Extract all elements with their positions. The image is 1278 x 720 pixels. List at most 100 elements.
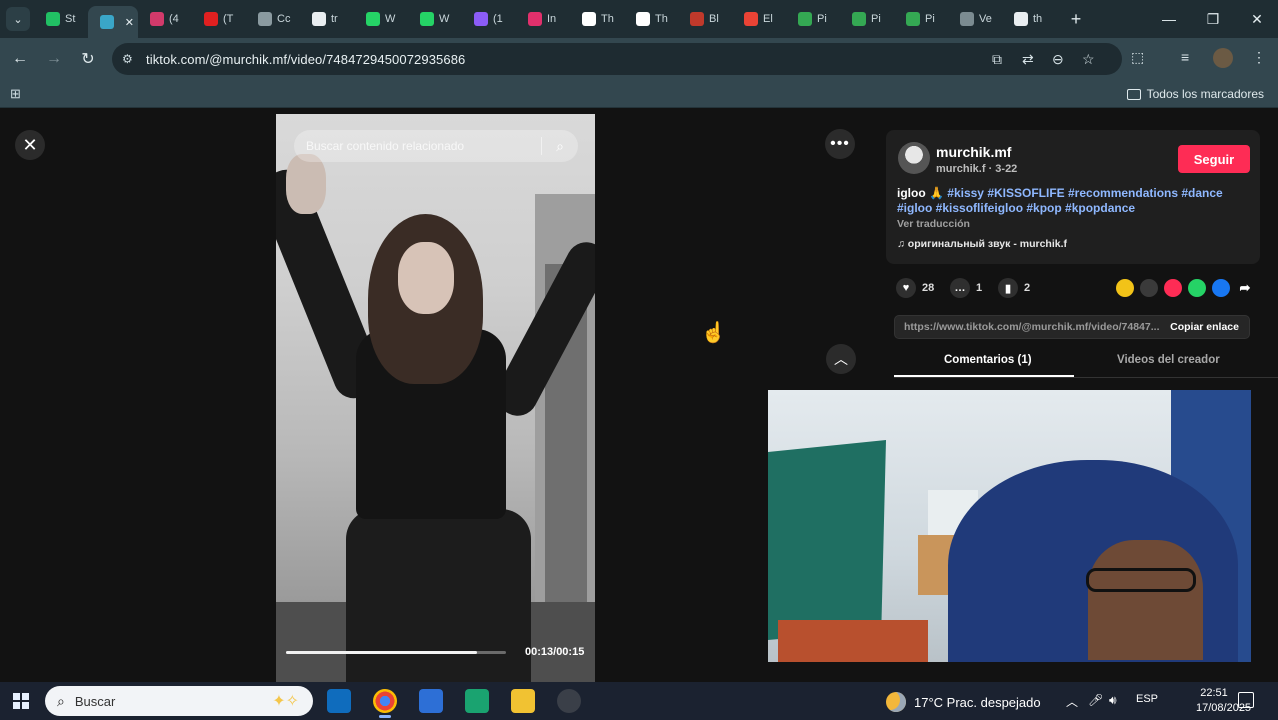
browser-tab[interactable]: Cc — [246, 4, 300, 34]
share-arrow-icon[interactable]: ➦ — [1236, 279, 1254, 297]
tab-favicon-icon — [582, 12, 596, 26]
windows-start-icon[interactable] — [13, 693, 29, 709]
author-avatar[interactable] — [898, 142, 930, 174]
store-app-icon[interactable] — [419, 689, 443, 713]
tab-label: Ve — [979, 13, 992, 25]
search-icon[interactable]: ⌕ — [542, 138, 578, 155]
address-bar[interactable]: ⚙ tiktok.com/@murchik.mf/video/748472945… — [112, 43, 1122, 75]
all-bookmarks-label: Todos los marcadores — [1146, 87, 1264, 101]
all-bookmarks-button[interactable]: Todos los marcadores — [1126, 87, 1264, 101]
tray-chevron-icon[interactable]: ︿ — [1066, 693, 1078, 710]
author-name[interactable]: murchik.mf — [936, 144, 1011, 160]
like-count: 28 — [922, 282, 935, 294]
volume-icon[interactable]: 🔊︎ — [1109, 693, 1117, 708]
address-url[interactable]: tiktok.com/@murchik.mf/video/74847294500… — [146, 52, 465, 67]
clock[interactable]: 22:51 17/08/2025 — [1196, 686, 1251, 716]
obs-app-icon[interactable] — [557, 689, 581, 713]
browser-tab[interactable]: Th — [624, 4, 678, 34]
cast-icon[interactable]: ⧉ — [992, 51, 1002, 68]
share-embed-icon[interactable] — [1140, 279, 1158, 297]
tab-comments[interactable]: Comentarios (1) — [944, 354, 1032, 366]
close-video-button[interactable]: ✕ — [15, 130, 45, 160]
share-whatsapp-icon[interactable] — [1188, 279, 1206, 297]
browser-tab[interactable]: W — [408, 4, 462, 34]
minimize-icon[interactable]: — — [1146, 0, 1192, 38]
calculator-app-icon[interactable] — [465, 689, 489, 713]
reload-icon[interactable]: ↻ — [76, 47, 100, 71]
sparkle-icon: ✦✧ — [272, 693, 299, 710]
more-options-button[interactable]: ••• — [825, 129, 855, 159]
browser-tab[interactable]: Pi — [786, 4, 840, 34]
tab-label: El — [763, 13, 773, 25]
browser-tab[interactable]: tr — [300, 4, 354, 34]
windows-taskbar: ⌕ Buscar ✦✧ 17°C Prac. despejado ︿ 🎤︎ 🔊︎… — [0, 682, 1278, 720]
profile-avatar[interactable] — [1213, 48, 1233, 68]
browser-tab[interactable]: (4 — [138, 4, 192, 34]
new-tab-button[interactable]: + — [1062, 5, 1090, 33]
webcam-floor — [778, 620, 928, 662]
taskbar-search-label: Buscar — [74, 693, 116, 709]
share-coin-icon[interactable] — [1116, 279, 1134, 297]
taskbar-search[interactable]: ⌕ Buscar ✦✧ — [45, 686, 313, 716]
browser-tab[interactable]: Pi — [894, 4, 948, 34]
browser-tab[interactable]: St — [34, 4, 88, 34]
caption-hashtags[interactable]: #kissy #KISSOFLIFE #recommendations #dan… — [947, 186, 1222, 200]
share-facebook-icon[interactable] — [1212, 279, 1230, 297]
tab-label: (4 — [169, 13, 179, 25]
tab-label: (T — [223, 13, 234, 25]
back-icon[interactable]: ← — [8, 47, 32, 71]
media-icon[interactable]: ≡ — [1181, 49, 1189, 65]
browser-tab[interactable]: Th — [570, 4, 624, 34]
video-info-panel: murchik.mf murchik.f · 3-22 Seguir igloo… — [886, 130, 1260, 264]
video-player[interactable]: Buscar contenido relacionado ⌕ 00:13/00:… — [276, 114, 595, 682]
share-send-icon[interactable] — [1164, 279, 1182, 297]
caption-hashtags[interactable]: #igloo #kissoflifeigloo #kpop #kpopdance — [897, 201, 1135, 215]
zoom-icon[interactable]: ⊖ — [1052, 51, 1064, 68]
bookmark-star-icon[interactable]: ☆ — [1082, 51, 1095, 68]
save-button[interactable]: ▮ 2 — [998, 278, 1030, 298]
language-indicator[interactable]: ESP — [1136, 693, 1158, 705]
cursor-hand-icon: ☝ — [701, 322, 726, 344]
restore-icon[interactable]: ❐ — [1190, 0, 1236, 38]
outlook-app-icon[interactable] — [327, 689, 351, 713]
browser-tab[interactable]: th — [1002, 4, 1056, 34]
notifications-icon[interactable] — [1238, 692, 1254, 708]
previous-video-button[interactable]: ︿ — [826, 344, 856, 374]
related-search-input[interactable]: Buscar contenido relacionado ⌕ — [294, 130, 578, 162]
browser-tab[interactable]: Ve — [948, 4, 1002, 34]
follow-button[interactable]: Seguir — [1178, 145, 1250, 173]
copy-link-button[interactable]: Copiar enlace — [1170, 321, 1239, 333]
browser-tab[interactable]: In — [516, 4, 570, 34]
browser-tab[interactable]: Pi — [840, 4, 894, 34]
menu-dots-icon[interactable]: ⋮ — [1252, 49, 1266, 66]
file-explorer-icon[interactable] — [511, 689, 535, 713]
see-translation-link[interactable]: Ver traducción — [897, 218, 970, 230]
tab-favicon-icon — [420, 12, 434, 26]
close-window-icon[interactable]: ✕ — [1234, 0, 1278, 38]
forward-icon[interactable]: → — [42, 47, 66, 71]
tab-favicon-icon — [366, 12, 380, 26]
like-button[interactable]: ♥ 28 — [896, 278, 934, 298]
browser-tab[interactable]: ✕ — [88, 6, 138, 38]
microphone-icon[interactable]: 🎤︎ — [1088, 693, 1103, 707]
tab-close-icon[interactable]: ✕ — [125, 16, 134, 29]
tab-search-dropdown-icon[interactable]: ⌄ — [6, 7, 30, 31]
extensions-icon[interactable]: ⬚ — [1131, 49, 1144, 66]
video-caption: igloo 🙏 #kissy #KISSOFLIFE #recommendati… — [897, 186, 1247, 216]
video-link-url[interactable]: https://www.tiktok.com/@murchik.mf/video… — [904, 321, 1159, 333]
browser-tab[interactable]: (T — [192, 4, 246, 34]
tab-favicon-icon — [852, 12, 866, 26]
chrome-app-icon[interactable] — [373, 689, 397, 718]
music-link[interactable]: ♫ оригинальный звук - murchik.f — [897, 238, 1067, 250]
browser-tab[interactable]: (1 — [462, 4, 516, 34]
apps-grid-icon[interactable]: ⊞ — [10, 86, 21, 102]
translate-icon[interactable]: ⇄ — [1022, 51, 1034, 68]
site-info-icon[interactable]: ⚙ — [122, 52, 138, 66]
tab-creator-videos[interactable]: Videos del creador — [1117, 354, 1220, 366]
video-progress-bar[interactable] — [286, 651, 506, 654]
comment-button[interactable]: … 1 — [950, 278, 982, 298]
browser-tab[interactable]: Bl — [678, 4, 732, 34]
browser-tab[interactable]: El — [732, 4, 786, 34]
browser-tab[interactable]: W — [354, 4, 408, 34]
weather-widget[interactable]: 17°C Prac. despejado — [886, 692, 1041, 712]
